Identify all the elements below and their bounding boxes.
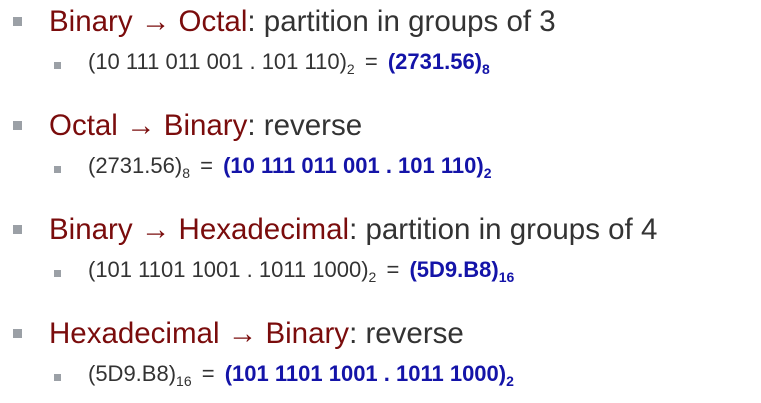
result-base: 2 (506, 373, 514, 389)
expression-base: 2 (368, 269, 377, 285)
equals-sign: = (364, 49, 378, 74)
small-square-bullet-icon (54, 374, 61, 381)
result-value: (5D9.B8) (409, 257, 499, 282)
heading-description: : partition in groups of 3 (247, 5, 556, 38)
conversion-result: (101 1101 1001 . 1011 1000)2 (224, 361, 514, 389)
conversion-result: (10 111 011 001 . 101 110)2 (223, 153, 492, 181)
conversion-expression: (10 111 011 001 . 101 110)2 = (2731.56)8 (88, 44, 490, 87)
heading: Binary → Octal: partition in groups of 3 (49, 3, 556, 41)
heading: Binary → Hexadecimal: partition in group… (49, 211, 657, 249)
conversion-result: (5D9.B8)16 (409, 257, 515, 285)
conversion-expression: (5D9.B8)16 = (101 1101 1001 . 1011 1000)… (88, 356, 514, 399)
heading-to: Binary (265, 317, 350, 350)
heading-from: Binary (49, 213, 133, 246)
right-arrow-icon: → (140, 213, 171, 246)
expression-base: 2 (346, 61, 355, 77)
small-square-bullet-icon (54, 62, 61, 69)
heading-to: Binary (163, 109, 248, 142)
expression-value: (10 111 011 001 . 101 110) (88, 49, 347, 74)
heading-from: Octal (49, 109, 118, 142)
equals-sign: = (201, 361, 215, 386)
result-value: (2731.56) (387, 49, 483, 74)
conversion-expression: (2731.56)8 = (10 111 011 001 . 101 110)2 (88, 148, 491, 191)
heading-description: : reverse (349, 317, 464, 350)
right-arrow-icon: → (227, 317, 258, 350)
result-base: 16 (498, 269, 515, 285)
heading-from: Hexadecimal (49, 317, 220, 350)
result-base: 2 (483, 165, 492, 181)
expression-base: 16 (176, 373, 192, 389)
square-bullet-icon (13, 329, 22, 338)
result-value: (10 111 011 001 . 101 110) (223, 153, 484, 178)
square-bullet-icon (13, 17, 22, 26)
heading-to: Octal (178, 5, 248, 38)
expression-base: 8 (182, 165, 190, 181)
square-bullet-icon (13, 225, 22, 234)
conversion-result: (2731.56)8 (387, 49, 490, 77)
small-square-bullet-icon (54, 166, 61, 173)
small-square-bullet-icon (54, 270, 61, 277)
right-arrow-icon: → (140, 5, 171, 38)
slide: Binary → Octal: partition in groups of 3… (0, 0, 761, 403)
heading-description: : reverse (247, 109, 363, 142)
heading: Octal → Binary: reverse (49, 107, 362, 145)
equals-sign: = (386, 257, 400, 282)
result-base: 8 (482, 61, 490, 77)
expression-value: (5D9.B8) (88, 361, 177, 386)
heading-from: Binary (49, 5, 133, 38)
square-bullet-icon (13, 121, 22, 130)
expression-value: (2731.56) (88, 153, 183, 178)
heading-to: Hexadecimal (178, 213, 350, 246)
heading-description: : partition in groups of 4 (349, 213, 658, 246)
equals-sign: = (200, 153, 213, 178)
conversion-expression: (101 1101 1001 . 1011 1000)2 = (5D9.B8)1… (88, 252, 514, 295)
right-arrow-icon: → (126, 109, 156, 142)
result-value: (101 1101 1001 . 1011 1000) (224, 361, 507, 386)
heading: Hexadecimal → Binary: reverse (49, 315, 464, 353)
expression-value: (101 1101 1001 . 1011 1000) (88, 257, 369, 282)
